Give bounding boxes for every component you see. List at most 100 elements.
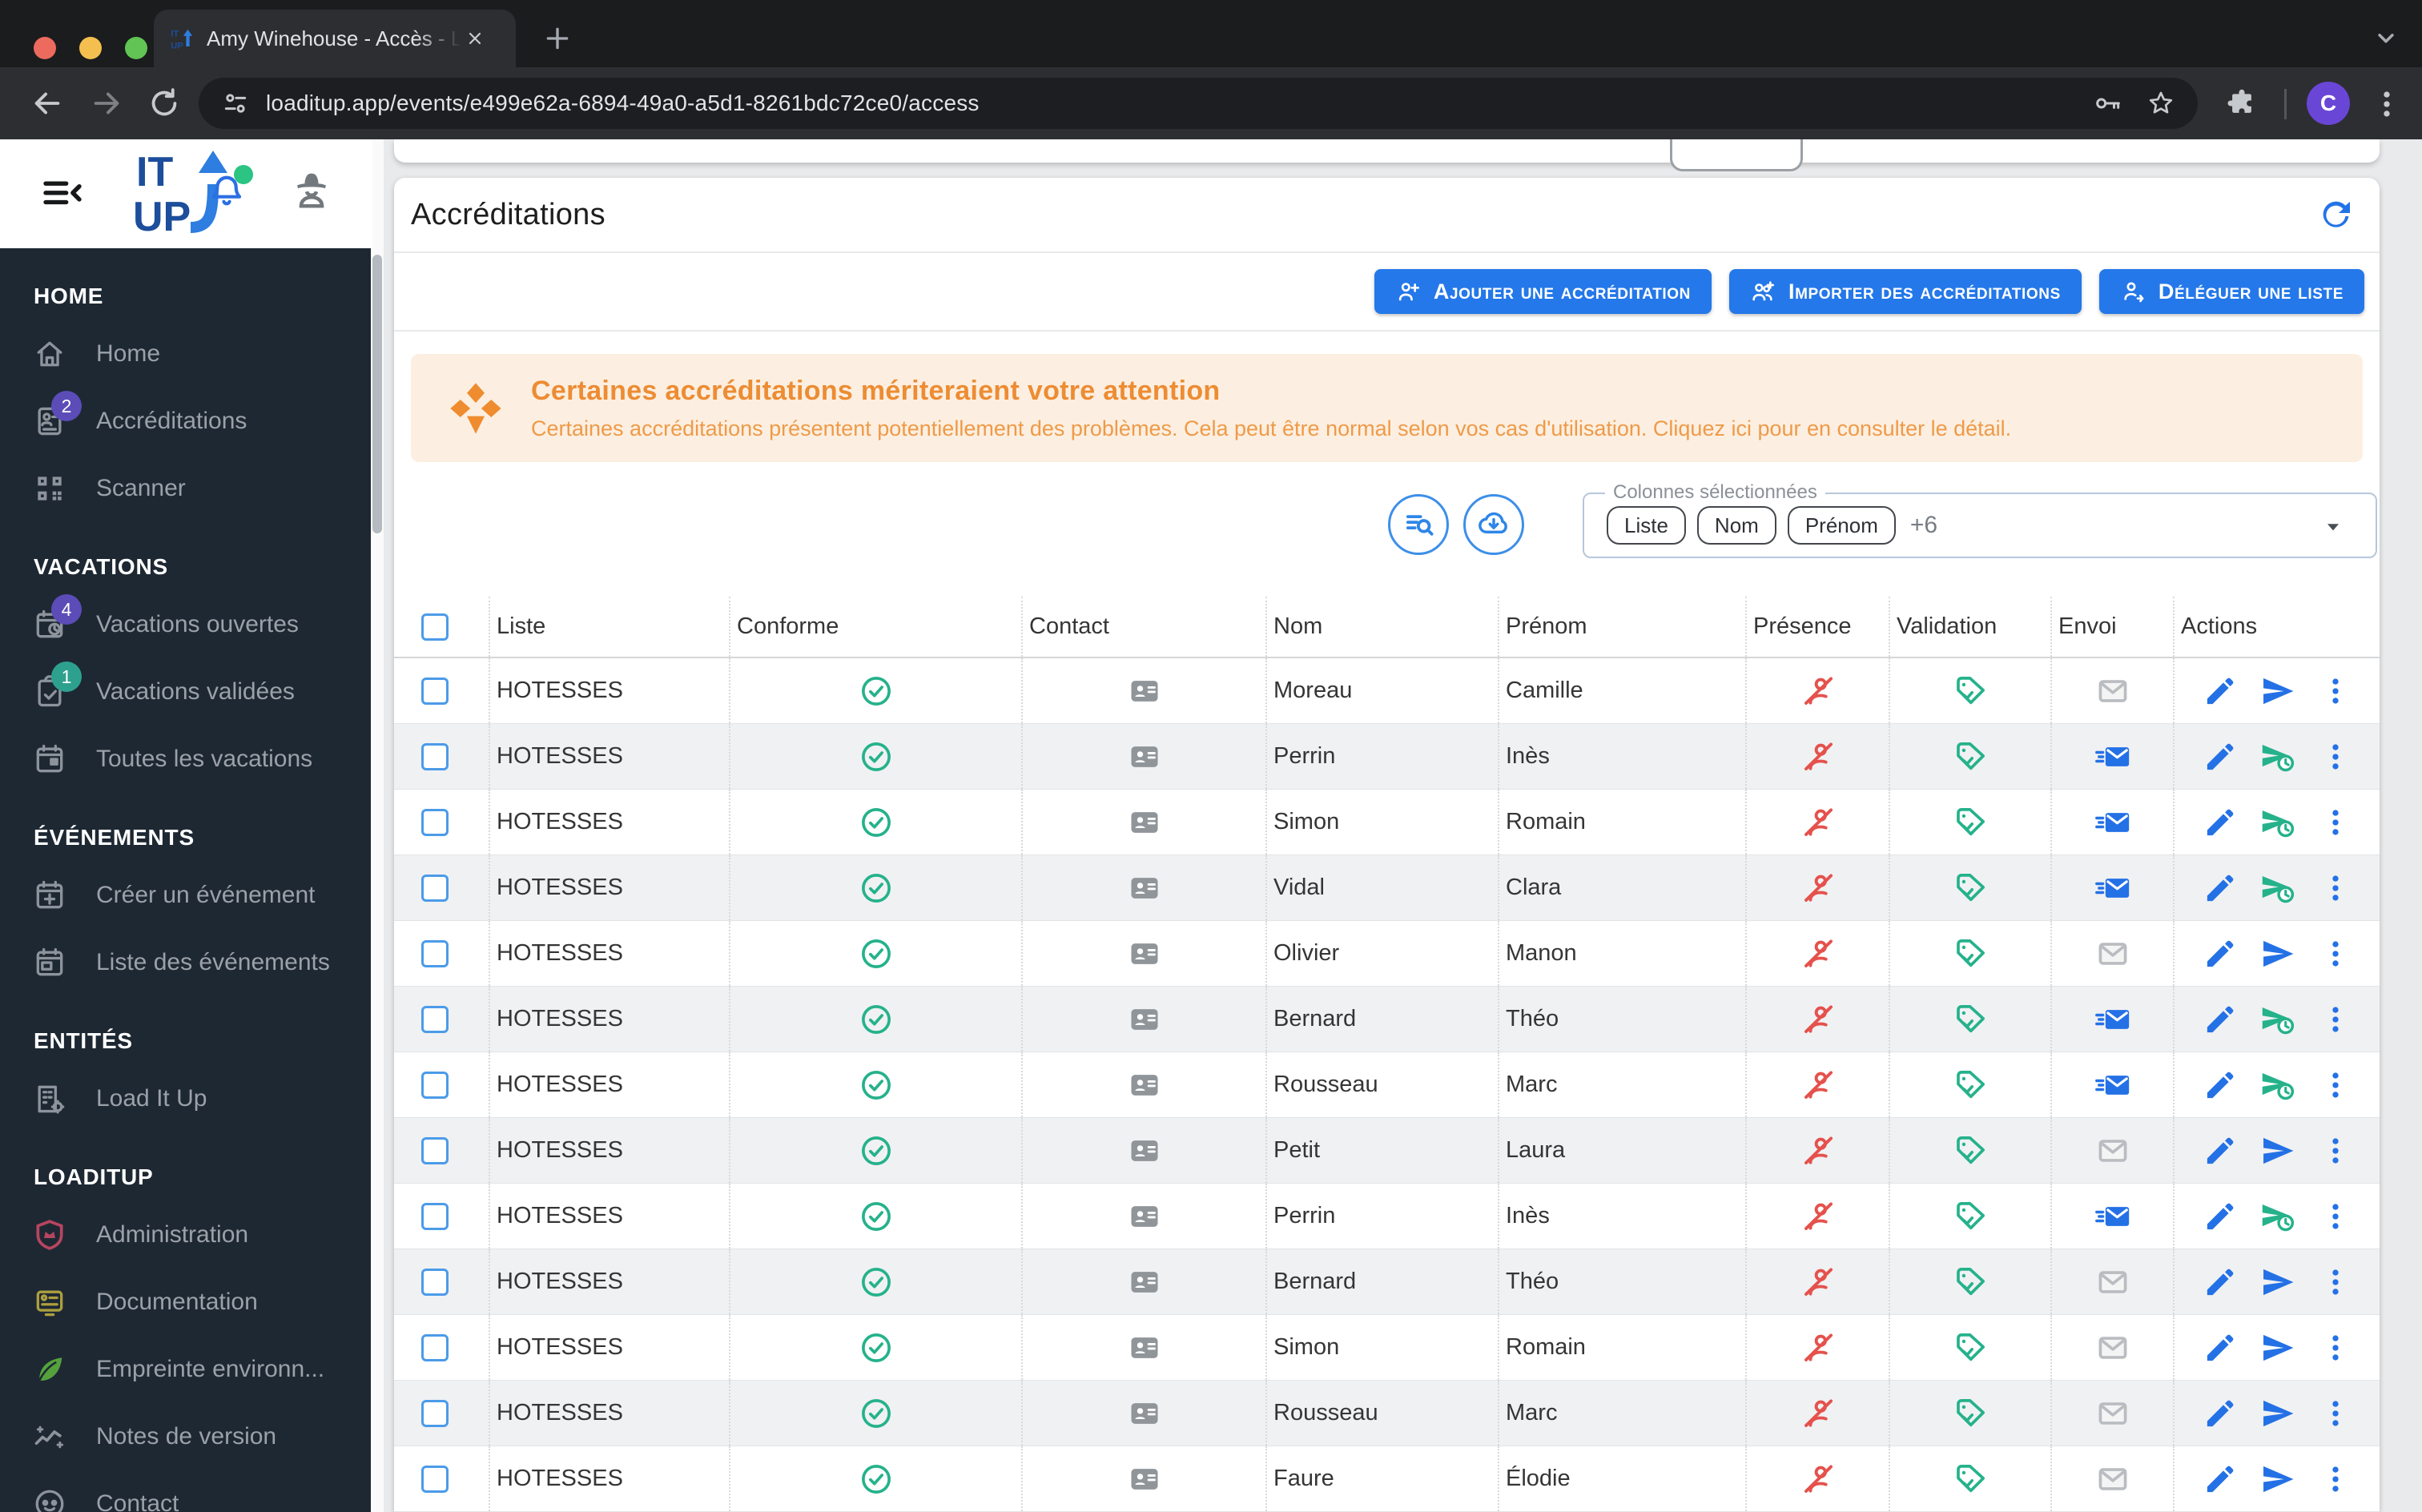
row-menu-icon[interactable]	[2317, 673, 2354, 710]
contact-card-icon[interactable]	[1126, 804, 1163, 841]
site-settings-icon[interactable]	[219, 87, 251, 119]
contact-card-icon[interactable]	[1126, 1329, 1163, 1366]
new-tab-button[interactable]	[541, 22, 573, 54]
scheduled-send-icon[interactable]	[2259, 1067, 2296, 1104]
row-checkbox[interactable]	[421, 677, 449, 705]
contact-card-icon[interactable]	[1126, 870, 1163, 907]
row-menu-icon[interactable]	[2317, 935, 2354, 972]
edit-icon[interactable]	[2202, 1461, 2239, 1498]
row-checkbox[interactable]	[421, 1136, 449, 1164]
column-chip[interactable]: Prénom	[1787, 505, 1896, 545]
scheduled-send-icon[interactable]	[2259, 804, 2296, 841]
column-header-nom[interactable]: Nom	[1265, 597, 1498, 657]
window-close-button[interactable]	[34, 37, 56, 59]
row-menu-icon[interactable]	[2317, 1198, 2354, 1235]
row-checkbox[interactable]	[421, 1202, 449, 1230]
edit-icon[interactable]	[2202, 673, 2239, 710]
send-icon[interactable]	[2259, 1395, 2296, 1432]
columns-selector[interactable]: Colonnes sélectionnées Liste Nom Prénom +6	[1583, 481, 2377, 558]
edit-icon[interactable]	[2202, 1264, 2239, 1301]
column-header-actions[interactable]: Actions	[2173, 597, 2380, 657]
row-menu-icon[interactable]	[2317, 1329, 2354, 1366]
sidebar-item-notes-de-version[interactable]: Notes de version	[0, 1403, 372, 1470]
edit-icon[interactable]	[2202, 870, 2239, 907]
contact-card-icon[interactable]	[1126, 1198, 1163, 1235]
edit-icon[interactable]	[2202, 1067, 2239, 1104]
browser-menu-icon[interactable]	[2369, 86, 2404, 122]
sidebar-item-liste-des-v-nements[interactable]: Liste des événements	[0, 929, 372, 996]
sidebar-item-documentation[interactable]: Documentation	[0, 1269, 372, 1336]
row-checkbox[interactable]	[421, 874, 449, 902]
contact-card-icon[interactable]	[1126, 1132, 1163, 1169]
row-checkbox[interactable]	[421, 1071, 449, 1099]
import-accreditations-button[interactable]: Importer des accréditations	[1728, 269, 2082, 314]
select-all-checkbox[interactable]	[421, 613, 449, 641]
edit-icon[interactable]	[2202, 804, 2239, 841]
sidebar-item-administration[interactable]: Administration	[0, 1201, 372, 1269]
back-button[interactable]	[29, 85, 66, 122]
column-chip[interactable]: Liste	[1607, 505, 1686, 545]
sidebar-item-accr-ditations[interactable]: 2 Accréditations	[0, 388, 372, 455]
row-menu-icon[interactable]	[2317, 1067, 2354, 1104]
row-checkbox[interactable]	[421, 1333, 449, 1361]
row-menu-icon[interactable]	[2317, 1001, 2354, 1038]
column-header-validation[interactable]: Validation	[1889, 597, 2050, 657]
sidebar-item-vacations-ouvertes[interactable]: 4 Vacations ouvertes	[0, 591, 372, 658]
edit-icon[interactable]	[2202, 1001, 2239, 1038]
sidebar-item-load-it-up[interactable]: Load It Up	[0, 1065, 372, 1132]
delegate-list-button[interactable]: Déléguer une liste	[2098, 269, 2364, 314]
row-menu-icon[interactable]	[2317, 1264, 2354, 1301]
contact-card-icon[interactable]	[1126, 1395, 1163, 1432]
edit-icon[interactable]	[2202, 1395, 2239, 1432]
contact-card-icon[interactable]	[1126, 1461, 1163, 1498]
column-header-liste[interactable]: Liste	[489, 597, 729, 657]
search-list-button[interactable]	[1388, 494, 1449, 555]
sidebar-item-scanner[interactable]: Scanner	[0, 455, 372, 522]
sidebar-item-home[interactable]: Home	[0, 320, 372, 388]
sidebar-item-contact[interactable]: Contact	[0, 1470, 372, 1512]
tab-search-chevron-icon[interactable]	[2371, 22, 2401, 53]
contact-card-icon[interactable]	[1126, 1264, 1163, 1301]
column-chip[interactable]: Nom	[1696, 505, 1776, 545]
edit-icon[interactable]	[2202, 935, 2239, 972]
reload-button[interactable]	[146, 85, 183, 122]
row-menu-icon[interactable]	[2317, 1395, 2354, 1432]
password-key-icon[interactable]	[2092, 87, 2124, 119]
add-accreditation-button[interactable]: Ajouter une accréditation	[1374, 269, 1712, 314]
row-menu-icon[interactable]	[2317, 804, 2354, 841]
export-download-button[interactable]	[1463, 494, 1524, 555]
scheduled-send-icon[interactable]	[2259, 738, 2296, 775]
row-checkbox[interactable]	[421, 808, 449, 836]
window-minimize-button[interactable]	[79, 37, 102, 59]
row-menu-icon[interactable]	[2317, 1132, 2354, 1169]
contact-card-icon[interactable]	[1126, 935, 1163, 972]
bookmark-star-icon[interactable]	[2145, 87, 2177, 119]
extensions-icon[interactable]	[2225, 87, 2259, 121]
dropdown-caret-icon[interactable]	[2323, 517, 2344, 537]
tab-close-icon[interactable]	[461, 25, 489, 52]
row-checkbox[interactable]	[421, 1268, 449, 1296]
column-header-prénom[interactable]: Prénom	[1498, 597, 1745, 657]
row-menu-icon[interactable]	[2317, 1461, 2354, 1498]
edit-icon[interactable]	[2202, 1132, 2239, 1169]
scheduled-send-icon[interactable]	[2259, 1001, 2296, 1038]
refresh-icon[interactable]	[2317, 195, 2356, 234]
scheduled-send-icon[interactable]	[2259, 870, 2296, 907]
send-icon[interactable]	[2259, 673, 2296, 710]
send-icon[interactable]	[2259, 1132, 2296, 1169]
row-checkbox[interactable]	[421, 1399, 449, 1427]
edit-icon[interactable]	[2202, 1329, 2239, 1366]
row-checkbox[interactable]	[421, 939, 449, 967]
row-menu-icon[interactable]	[2317, 870, 2354, 907]
send-icon[interactable]	[2259, 935, 2296, 972]
sidebar-collapse-icon[interactable]	[32, 171, 93, 216]
url-bar[interactable]: loaditup.app/events/e499e62a-6894-49a0-a…	[199, 78, 2198, 129]
sidebar-item-toutes-les-vacations[interactable]: Toutes les vacations	[0, 726, 372, 793]
contact-card-icon[interactable]	[1126, 673, 1163, 710]
sidebar-item-empreinte-environn-[interactable]: Empreinte environn...	[0, 1336, 372, 1403]
row-checkbox[interactable]	[421, 1005, 449, 1033]
sidebar-item-vacations-valid-es[interactable]: 1 Vacations validées	[0, 658, 372, 726]
contact-card-icon[interactable]	[1126, 1067, 1163, 1104]
contact-card-icon[interactable]	[1126, 1001, 1163, 1038]
window-zoom-button[interactable]	[125, 37, 147, 59]
